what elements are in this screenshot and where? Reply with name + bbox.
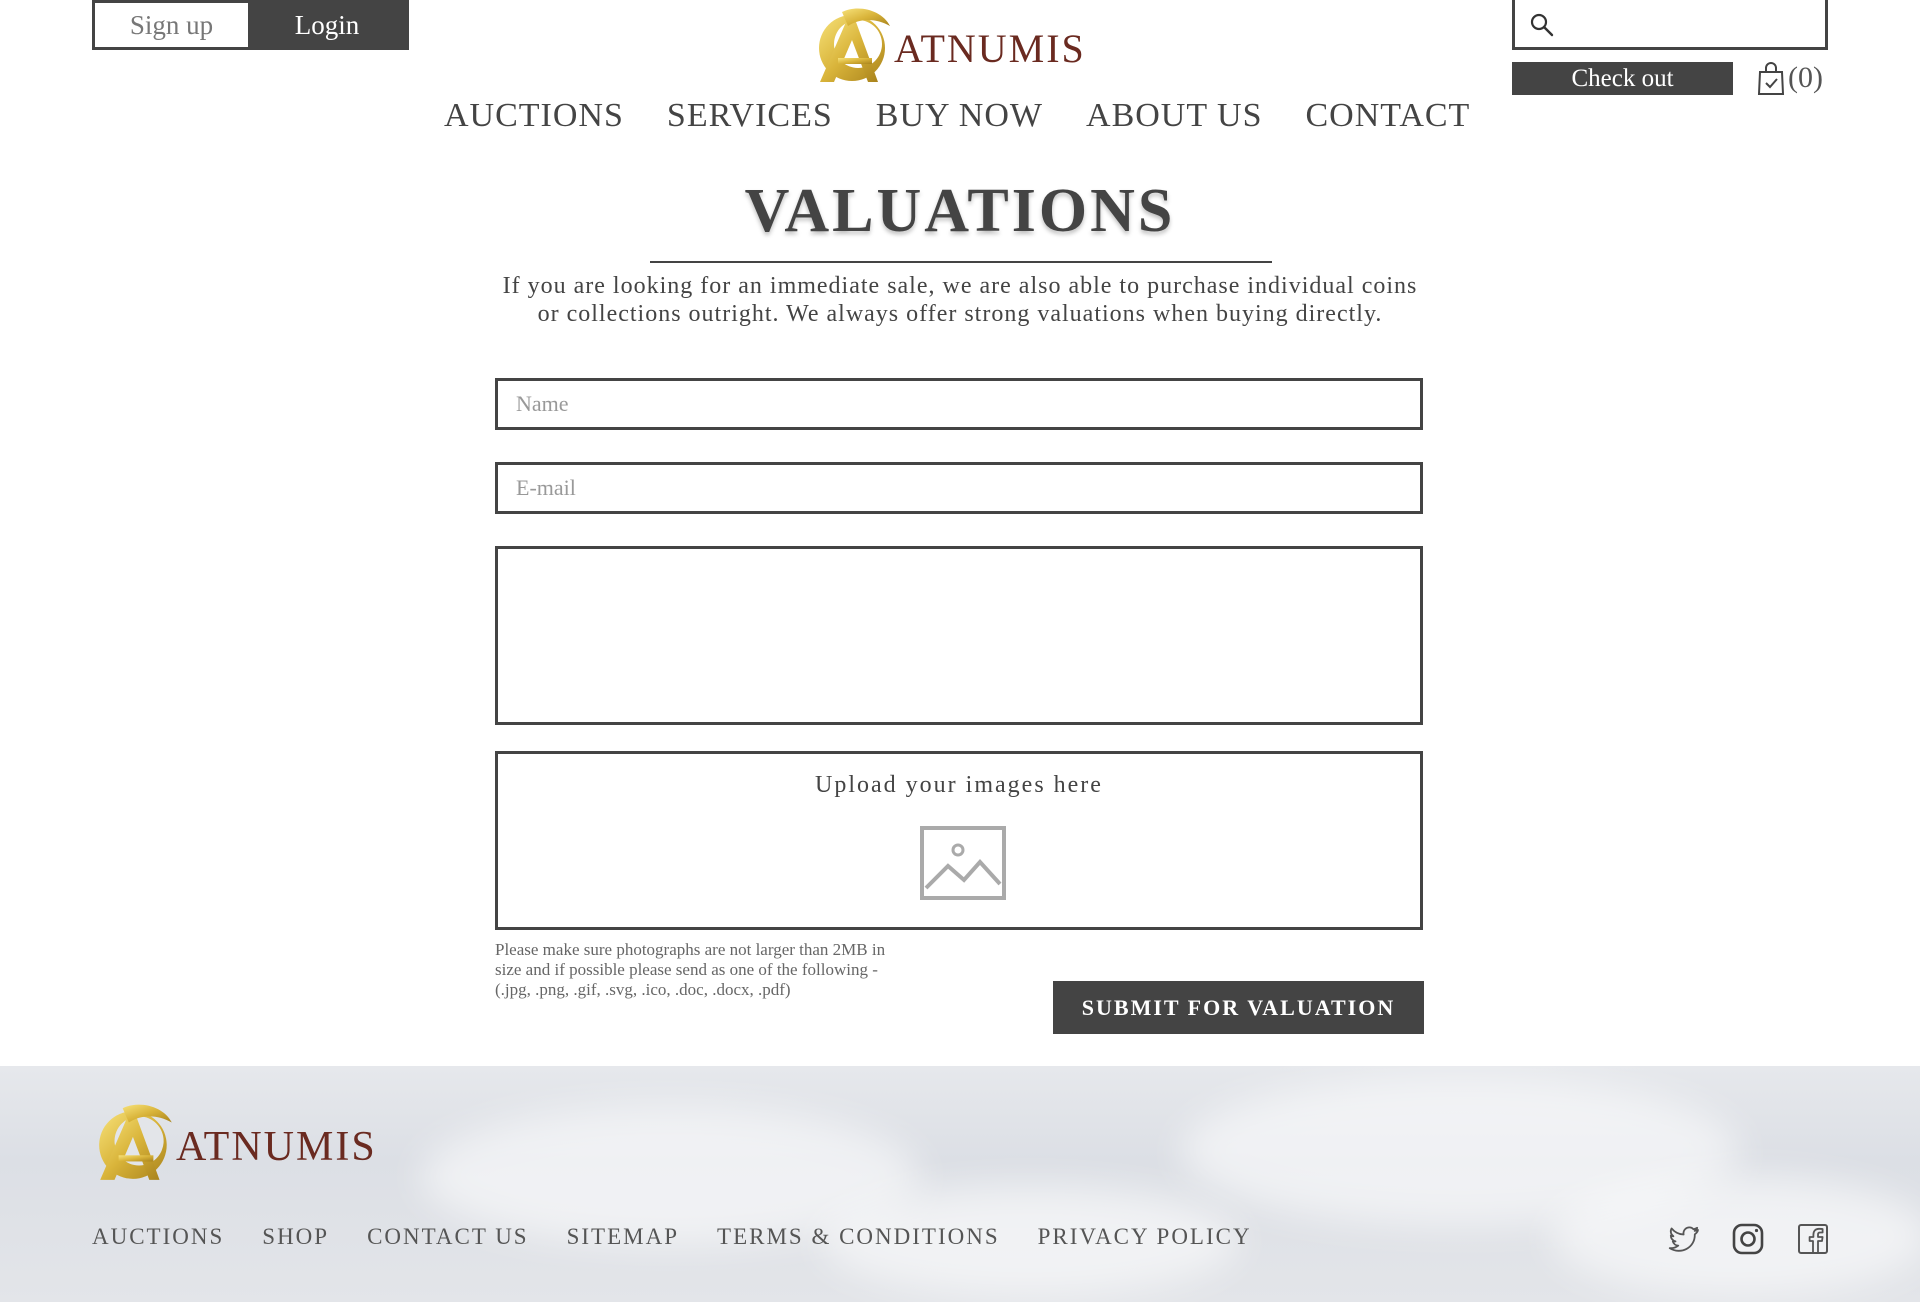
- cart[interactable]: (0): [1756, 60, 1823, 96]
- signup-button[interactable]: Sign up: [95, 3, 248, 47]
- login-button[interactable]: Login: [248, 3, 406, 47]
- cart-count: (0): [1788, 61, 1823, 94]
- footer-nav-privacy[interactable]: PRIVACY POLICY: [1038, 1224, 1252, 1250]
- upload-note-line-3: (.jpg, .png, .gif, .svg, .ico, .doc, .do…: [495, 980, 791, 999]
- nav-contact[interactable]: CONTACT: [1305, 97, 1470, 135]
- logo-wordmark: ATNUMIS: [894, 26, 1086, 71]
- shopping-bag-icon: [1757, 62, 1785, 95]
- name-input[interactable]: [495, 378, 1423, 430]
- footer-nav-sitemap[interactable]: SITEMAP: [567, 1224, 679, 1250]
- main-nav: AUCTIONS SERVICES BUY NOW ABOUT US CONTA…: [444, 97, 1470, 135]
- footer-nav: AUCTIONS SHOP CONTACT US SITEMAP TERMS &…: [92, 1224, 1252, 1250]
- footer: ATNUMIS AUCTIONS SHOP CONTACT US SITEMAP…: [0, 1066, 1920, 1302]
- instagram-icon[interactable]: [1731, 1222, 1765, 1256]
- nav-services[interactable]: SERVICES: [667, 97, 833, 135]
- intro-line-1: If you are looking for an immediate sale…: [502, 273, 1418, 299]
- upload-note-line-1: Please make sure photographs are not lar…: [495, 940, 886, 959]
- site-logo[interactable]: ATNUMIS: [812, 4, 1086, 86]
- intro-text: If you are looking for an immediate sale…: [430, 272, 1490, 328]
- footer-nav-terms[interactable]: TERMS & CONDITIONS: [717, 1224, 1000, 1250]
- page-title: VALUATIONS: [744, 177, 1176, 245]
- message-textarea[interactable]: [495, 546, 1423, 725]
- upload-label: Upload your images here: [815, 772, 1103, 798]
- footer-nav-contact-us[interactable]: CONTACT US: [367, 1224, 529, 1250]
- footer-logo[interactable]: ATNUMIS: [92, 1100, 377, 1184]
- search-icon[interactable]: [1529, 12, 1555, 38]
- footer-nav-auctions[interactable]: AUCTIONS: [92, 1224, 224, 1250]
- facebook-icon[interactable]: [1796, 1222, 1830, 1256]
- intro-line-2: or collections outright. We always offer…: [537, 301, 1383, 327]
- auth-buttons: Sign up Login: [92, 0, 409, 50]
- nav-buy-now[interactable]: BUY NOW: [876, 97, 1043, 135]
- eagle-logo-icon: [99, 1104, 172, 1180]
- image-upload-dropzone[interactable]: Upload your images here: [495, 751, 1423, 930]
- footer-logo-wordmark: ATNUMIS: [176, 1124, 377, 1170]
- eagle-logo-icon: [819, 8, 890, 82]
- submit-for-valuation-button[interactable]: SUBMIT FOR VALUATION: [1053, 981, 1424, 1034]
- search-box[interactable]: [1512, 0, 1828, 50]
- upload-note-line-2: size and if possible please send as one …: [495, 960, 878, 979]
- email-input[interactable]: [495, 462, 1423, 514]
- twitter-icon[interactable]: [1667, 1222, 1701, 1256]
- footer-nav-shop[interactable]: SHOP: [262, 1224, 329, 1250]
- upload-note: Please make sure photographs are not lar…: [495, 940, 975, 1000]
- nav-about-us[interactable]: ABOUT US: [1086, 97, 1262, 135]
- checkout-button[interactable]: Check out: [1512, 62, 1733, 95]
- nav-auctions[interactable]: AUCTIONS: [444, 97, 624, 135]
- title-divider: [650, 261, 1272, 263]
- image-placeholder-icon: [920, 826, 1006, 900]
